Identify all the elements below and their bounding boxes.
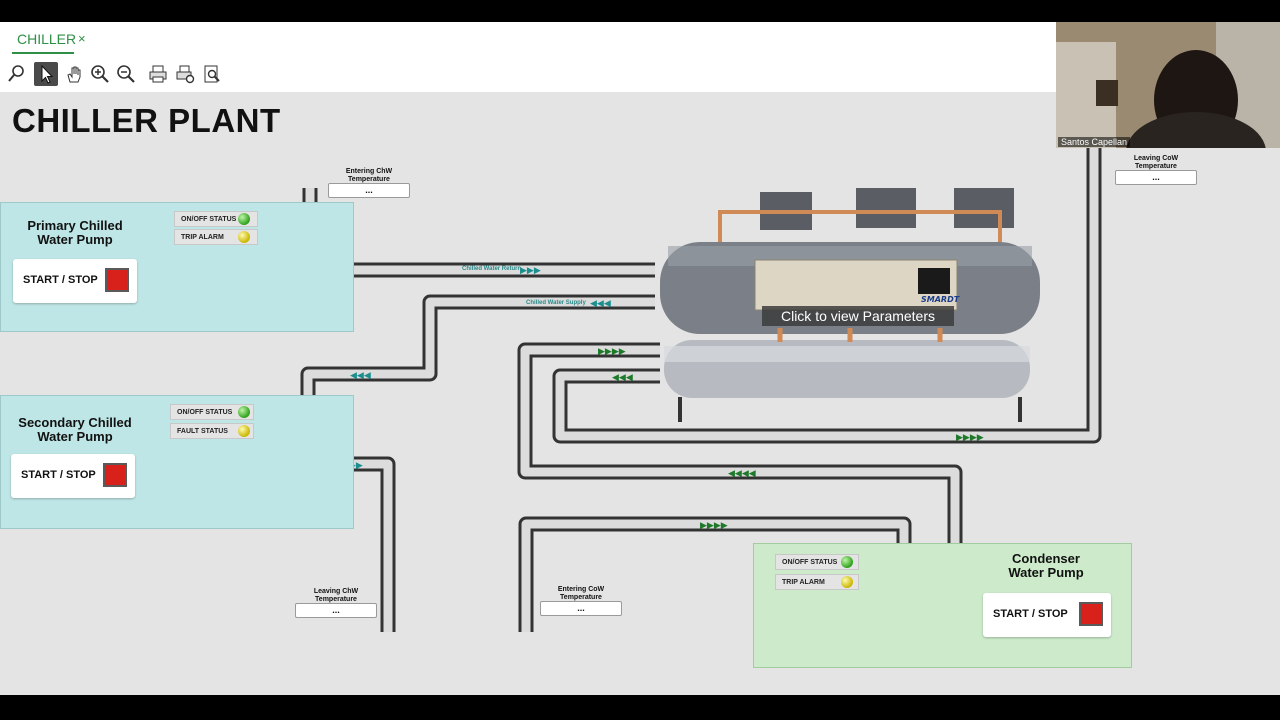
start-stop-label: START / STOP xyxy=(23,274,98,286)
secondary-fault-led xyxy=(238,425,250,437)
pointer-icon[interactable] xyxy=(34,62,58,86)
primary-pump-panel: Primary Chilled Water Pump START / STOP … xyxy=(0,202,354,332)
entering-chw-label: Entering ChW Temperature xyxy=(345,168,393,183)
leaving-chw-value[interactable]: ... xyxy=(295,603,377,618)
plant-canvas: CHILLER PLANT ▶▶▶ ◀◀◀ ◀◀◀ ▶▶▶▶ ◀◀◀ ▶▶▶▶ … xyxy=(0,92,1280,695)
condenser-start-stop[interactable]: START / STOP xyxy=(983,593,1111,637)
pan-search-icon[interactable] xyxy=(4,62,28,86)
condenser-pump-panel: Condenser Water Pump START / STOP ON/OFF… xyxy=(753,543,1132,668)
entering-cow-value[interactable]: ... xyxy=(540,601,622,616)
view-parameters-button[interactable]: Click to view Parameters xyxy=(762,306,954,326)
svg-text:▶▶▶: ▶▶▶ xyxy=(520,266,541,276)
svg-text:▶▶▶▶: ▶▶▶▶ xyxy=(956,433,984,443)
secondary-stop-button[interactable] xyxy=(103,463,127,487)
primary-start-stop[interactable]: START / STOP xyxy=(13,259,137,303)
return-pipe-label: Chilled Water Return xyxy=(462,266,522,272)
primary-trip-led xyxy=(238,231,250,243)
primary-stop-button[interactable] xyxy=(105,268,129,292)
tab-chiller[interactable]: CHILLER xyxy=(17,31,76,47)
leaving-cow-value[interactable]: ... xyxy=(1115,170,1197,185)
hand-icon[interactable] xyxy=(62,62,86,86)
tab-underline xyxy=(12,52,74,54)
condenser-onoff-led xyxy=(841,556,853,568)
entering-chw-value[interactable]: ... xyxy=(328,183,410,198)
supply-pipe-label: Chilled Water Supply xyxy=(526,300,586,306)
participant-name: Santos Capellan xyxy=(1058,137,1131,147)
leaving-chw-label: Leaving ChW Temperature xyxy=(313,588,359,603)
condenser-pump-title: Condenser Water Pump xyxy=(1008,551,1084,580)
zoom-in-icon[interactable] xyxy=(88,62,112,86)
leaving-cow-label: Leaving CoW Temperature xyxy=(1133,155,1179,170)
tab-close-icon[interactable]: × xyxy=(78,31,86,46)
svg-text:▶▶▶▶: ▶▶▶▶ xyxy=(700,521,728,531)
entering-cow-label: Entering CoW Temperature xyxy=(557,586,605,601)
primary-onoff-led xyxy=(238,213,250,225)
chiller-unit[interactable]: SMARDT xyxy=(660,188,1040,422)
toolbar xyxy=(0,58,1056,93)
secondary-onoff-led xyxy=(238,406,250,418)
svg-text:◀◀◀: ◀◀◀ xyxy=(590,299,611,309)
primary-pump-title: Primary Chilled Water Pump xyxy=(27,218,123,247)
svg-text:▶▶▶▶: ▶▶▶▶ xyxy=(598,347,626,357)
webcam-thumbnail[interactable]: Santos Capellan xyxy=(1056,22,1280,148)
svg-text:◀◀◀: ◀◀◀ xyxy=(350,371,371,381)
start-stop-label: START / STOP xyxy=(21,469,96,481)
participant-video xyxy=(1056,22,1280,148)
svg-text:◀◀◀◀: ◀◀◀◀ xyxy=(728,469,756,479)
condenser-trip-led xyxy=(841,576,853,588)
print-preview-icon[interactable] xyxy=(200,62,224,86)
svg-text:◀◀◀: ◀◀◀ xyxy=(612,373,633,383)
chiller-brand: SMARDT xyxy=(921,295,960,304)
print-settings-icon[interactable] xyxy=(173,62,197,86)
secondary-pump-panel: Secondary Chilled Water Pump START / STO… xyxy=(0,395,354,529)
condenser-stop-button[interactable] xyxy=(1079,602,1103,626)
zoom-out-icon[interactable] xyxy=(114,62,138,86)
secondary-start-stop[interactable]: START / STOP xyxy=(11,454,135,498)
secondary-pump-title: Secondary Chilled Water Pump xyxy=(18,415,132,444)
tab-bar: CHILLER × xyxy=(0,22,1056,58)
print-icon[interactable] xyxy=(146,62,170,86)
start-stop-label: START / STOP xyxy=(993,608,1068,620)
